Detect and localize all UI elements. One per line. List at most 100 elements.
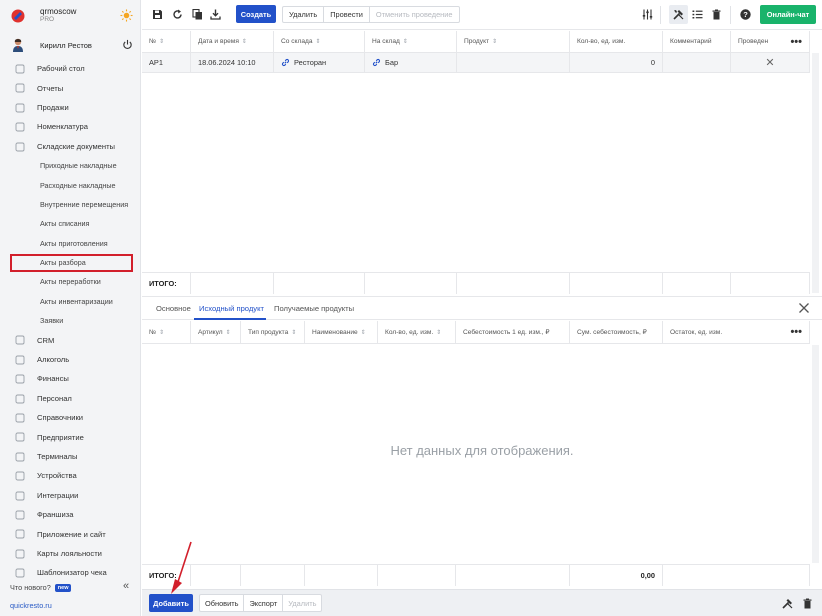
sidebar-item-label: Персонал — [37, 393, 72, 403]
column-header[interactable]: Дата и время ⇕ — [191, 31, 274, 52]
column-header[interactable]: Артикул ⇕ — [191, 321, 241, 343]
collapse-sidebar-button[interactable]: « — [123, 580, 129, 592]
list-view-icon[interactable] — [692, 9, 703, 20]
tools-icon[interactable] — [673, 9, 684, 20]
main-table-scrollbar[interactable] — [812, 53, 819, 293]
tab-source-product[interactable]: Исходный продукт — [199, 304, 264, 313]
sidebar-item[interactable]: Терминалы — [0, 447, 141, 466]
sidebar-item[interactable]: Складские документы — [0, 137, 141, 156]
power-icon[interactable] — [122, 39, 133, 50]
sidebar-item[interactable]: Алкоголь — [0, 350, 141, 369]
column-header[interactable]: № ⇕ — [142, 321, 191, 343]
help-icon[interactable]: ? — [740, 9, 751, 20]
user-profile[interactable]: Кирилл Рестов — [8, 36, 138, 54]
sidebar-subitem-label: Акты переработки — [40, 277, 101, 287]
download-icon[interactable] — [210, 9, 221, 20]
bottom-toolbar: Добавить Обновить Экспорт Удалить — [142, 589, 822, 616]
total-cell — [663, 565, 810, 586]
tools-icon[interactable] — [782, 598, 793, 609]
delete-row-button[interactable]: Удалить — [283, 595, 321, 611]
post-button[interactable]: Провести — [324, 7, 370, 22]
delete-button[interactable]: Удалить — [283, 7, 325, 22]
sidebar-item[interactable]: Предприятие — [0, 427, 141, 446]
sidebar-item[interactable]: Устройства — [0, 466, 141, 485]
sidebar-item[interactable]: Интеграции — [0, 486, 141, 505]
column-header[interactable]: Кол-во, ед. изм. — [570, 31, 663, 52]
online-chat-button[interactable]: Онлайн-чат — [760, 5, 816, 24]
active-tab-indicator — [194, 318, 266, 320]
trash-icon[interactable] — [711, 9, 722, 20]
refresh-button[interactable]: Обновить — [200, 595, 245, 611]
total-cell — [731, 273, 810, 294]
sidebar-item-label: Карты лояльности — [37, 548, 102, 558]
sidebar-item[interactable]: Карты лояльности — [0, 544, 141, 563]
more-options-icon[interactable]: ••• — [790, 326, 802, 338]
sun-icon[interactable] — [120, 9, 133, 22]
column-header[interactable]: Сум. себестоимость, ₽ — [570, 321, 663, 343]
column-header[interactable]: Со склада ⇕ — [274, 31, 365, 52]
column-header-label: Продукт — [464, 38, 490, 45]
row-from-warehouse[interactable]: Ресторан — [274, 53, 365, 72]
unpost-button[interactable]: Отменить проведение — [370, 7, 459, 22]
sort-icon: ⇕ — [436, 329, 442, 336]
column-header[interactable]: Проведен ••• — [731, 31, 810, 52]
sidebar-item[interactable]: Справочники — [0, 408, 141, 427]
column-header[interactable]: № ⇕ — [142, 31, 191, 52]
more-options-icon[interactable]: ••• — [790, 36, 802, 48]
save-icon[interactable] — [152, 9, 163, 20]
device-icon — [15, 471, 25, 481]
crm-icon — [15, 336, 25, 345]
dashboard-icon — [15, 64, 25, 74]
sidebar-subitem[interactable]: Акты разбора — [0, 253, 141, 272]
column-header[interactable]: Наименование ⇕ — [305, 321, 378, 343]
site-link[interactable]: quickresto.ru — [10, 601, 52, 610]
column-header[interactable]: Комментарий — [663, 31, 731, 52]
sidebar-item[interactable]: CRM — [0, 330, 141, 349]
sidebar-item[interactable]: Финансы — [0, 369, 141, 388]
sidebar-item[interactable]: Рабочий стол — [0, 59, 141, 78]
sidebar-item[interactable]: Продажи — [0, 98, 141, 117]
sidebar-subitem[interactable]: Акты переработки — [0, 272, 141, 291]
refresh-icon[interactable] — [172, 9, 183, 20]
sidebar-subitem[interactable]: Акты списания — [0, 214, 141, 233]
brand[interactable]: qrmoscow PRO — [8, 5, 138, 27]
sidebar-item[interactable]: Приложение и сайт — [0, 524, 141, 543]
sidebar-subitem[interactable]: Заявки — [0, 311, 141, 330]
column-header[interactable]: Продукт ⇕ — [457, 31, 570, 52]
sidebar-item[interactable]: Франшиза — [0, 505, 141, 524]
sidebar-item[interactable]: Номенклатура — [0, 117, 141, 136]
sidebar-subitem[interactable]: Акты инвентаризации — [0, 292, 141, 311]
sidebar-item[interactable]: Персонал — [0, 389, 141, 408]
filter-sliders-icon[interactable] — [642, 9, 653, 20]
column-header[interactable]: Тип продукта ⇕ — [241, 321, 305, 343]
sidebar-subitem[interactable]: Расходные накладные — [0, 175, 141, 194]
sidebar-subitem[interactable]: Приходные накладные — [0, 156, 141, 175]
copy-icon[interactable] — [192, 9, 203, 20]
table-row[interactable]: АР1 18.06.2024 10:10 Ресторан Бар 0 ✕ — [142, 53, 810, 73]
table-header: № ⇕ Дата и время ⇕ Со склада ⇕ На склад ⇕ Продук… — [142, 31, 810, 53]
tab-resulting-products[interactable]: Получаемые продукты — [274, 304, 354, 313]
column-header[interactable]: Остаток, ед. изм. ••• — [663, 321, 810, 343]
trash-icon[interactable] — [802, 598, 813, 609]
column-header[interactable]: На склад ⇕ — [365, 31, 457, 52]
sidebar-item-label: Алкоголь — [37, 355, 70, 365]
new-badge: new — [54, 584, 72, 592]
export-button[interactable]: Экспорт — [244, 595, 284, 611]
row-to-warehouse[interactable]: Бар — [365, 53, 457, 72]
detail-tabs: Основное Исходный продукт Получаемые про… — [142, 296, 822, 320]
total-cell — [456, 565, 570, 586]
column-header[interactable]: Кол-во, ед. изм. ⇕ — [378, 321, 456, 343]
close-icon[interactable] — [798, 302, 810, 314]
whats-new-link[interactable]: Что нового? new — [10, 583, 72, 592]
create-button[interactable]: Создать — [236, 5, 276, 23]
sidebar-subitem-label: Заявки — [40, 316, 64, 326]
add-button[interactable]: Добавить — [149, 594, 193, 612]
sidebar-item[interactable]: Отчеты — [0, 78, 141, 97]
toolbar-divider — [730, 6, 731, 24]
column-header[interactable]: Себестоимость 1 ед. изм., ₽ — [456, 321, 570, 343]
sidebar-subitem[interactable]: Внутренние перемещения — [0, 195, 141, 214]
sidebar-subitem[interactable]: Акты приготовления — [0, 234, 141, 253]
sort-icon: ⇕ — [360, 329, 366, 336]
tab-main[interactable]: Основное — [156, 304, 191, 313]
sidebar-item[interactable]: Шаблонизатор чека — [0, 563, 141, 582]
